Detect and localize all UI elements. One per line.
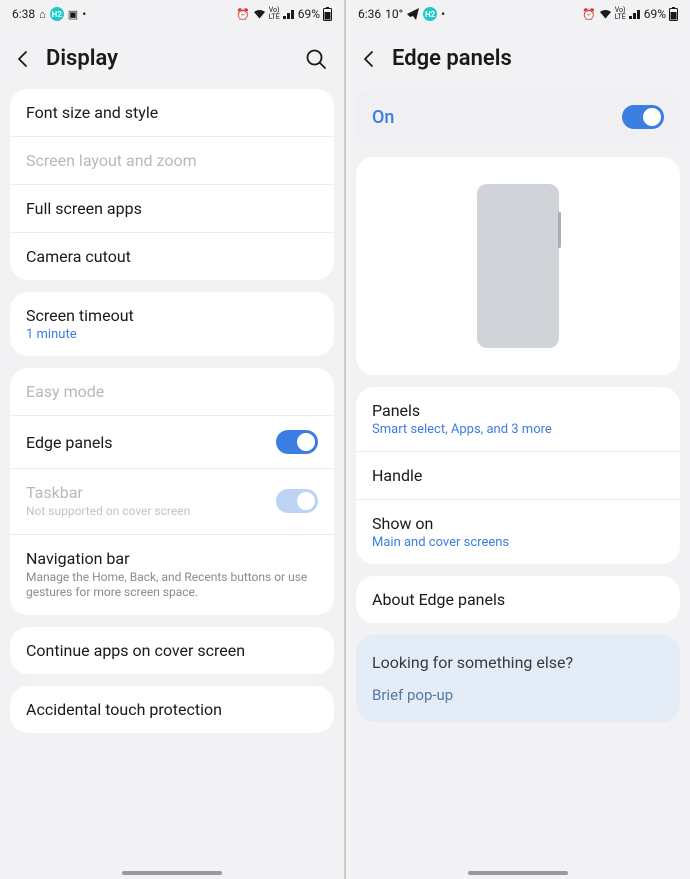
battery-icon: [669, 7, 678, 21]
item-label: Continue apps on cover screen: [26, 641, 318, 660]
battery-percent: 69%: [644, 7, 666, 21]
back-button[interactable]: [358, 48, 380, 70]
alarm-icon: ⏰: [582, 8, 596, 21]
home-indicator[interactable]: [122, 871, 222, 875]
suggestion-title: Looking for something else?: [372, 653, 664, 672]
settings-group: Accidental touch protection: [10, 686, 334, 733]
item-label: Handle: [372, 466, 664, 485]
font-size-style-item[interactable]: Font size and style: [10, 89, 334, 137]
item-label: About Edge panels: [372, 590, 664, 609]
telegram-icon: [407, 8, 419, 20]
about-edge-panels-item[interactable]: About Edge panels: [356, 576, 680, 623]
camera-cutout-item[interactable]: Camera cutout: [10, 233, 334, 280]
settings-group: Panels Smart select, Apps, and 3 more Ha…: [356, 387, 680, 564]
settings-group: Screen timeout 1 minute: [10, 292, 334, 356]
battery-icon: [323, 7, 332, 21]
item-label: Taskbar: [26, 483, 276, 502]
suggestion-link[interactable]: Brief pop-up: [372, 686, 664, 704]
battery-percent: 69%: [298, 7, 320, 21]
edge-handle-preview: [558, 212, 561, 248]
master-toggle[interactable]: [622, 105, 664, 129]
page-title: Display: [46, 46, 292, 71]
suggestion-card: Looking for something else? Brief pop-up: [356, 635, 680, 722]
item-label: Edge panels: [26, 433, 276, 452]
header: Edge panels: [346, 28, 690, 89]
volte-icon: Vo)LTE: [269, 7, 280, 21]
master-toggle-card[interactable]: On: [356, 89, 680, 145]
item-label: Full screen apps: [26, 199, 318, 218]
header: Display: [0, 28, 344, 89]
status-bar: 6:36 10° H2 • ⏰ Vo)LTE 69%: [346, 0, 690, 28]
more-notifications: •: [441, 7, 445, 21]
status-temp: 10°: [385, 7, 403, 21]
full-screen-apps-item[interactable]: Full screen apps: [10, 185, 334, 233]
taskbar-toggle: [276, 489, 318, 513]
edge-panels-screen: 6:36 10° H2 • ⏰ Vo)LTE 69% Ed: [346, 0, 690, 879]
app-badge-icon: H2: [50, 7, 64, 21]
page-title: Edge panels: [392, 46, 674, 71]
item-label: Camera cutout: [26, 247, 318, 266]
item-label: Accidental touch protection: [26, 700, 318, 719]
home-indicator[interactable]: [468, 871, 568, 875]
taskbar-item: Taskbar Not supported on cover screen: [10, 469, 334, 535]
app-badge-icon: H2: [423, 7, 437, 21]
wifi-icon: [253, 9, 266, 19]
item-label: Easy mode: [26, 382, 318, 401]
item-value: Smart select, Apps, and 3 more: [372, 422, 664, 437]
item-label: Screen layout and zoom: [26, 151, 318, 170]
item-label: Panels: [372, 401, 664, 420]
master-toggle-label: On: [372, 107, 394, 128]
easy-mode-item: Easy mode: [10, 368, 334, 416]
item-label: Navigation bar: [26, 549, 318, 568]
navigation-bar-item[interactable]: Navigation bar Manage the Home, Back, an…: [10, 535, 334, 615]
phone-preview: [477, 184, 559, 348]
panels-item[interactable]: Panels Smart select, Apps, and 3 more: [356, 387, 680, 452]
item-value: 1 minute: [26, 327, 318, 342]
signal-icon: [629, 9, 641, 19]
handle-item[interactable]: Handle: [356, 452, 680, 500]
more-notifications: •: [82, 7, 86, 21]
search-button[interactable]: [304, 47, 328, 71]
edge-panels-item[interactable]: Edge panels: [10, 416, 334, 469]
screen-timeout-item[interactable]: Screen timeout 1 minute: [10, 292, 334, 356]
status-bar: 6:38 ⌂ H2 ▣ • ⏰ Vo)LTE 69%: [0, 0, 344, 28]
item-desc: Manage the Home, Back, and Recents butto…: [26, 570, 318, 601]
alarm-icon: ⏰: [236, 8, 250, 21]
edge-panels-toggle[interactable]: [276, 430, 318, 454]
settings-group: Easy mode Edge panels Taskbar Not suppor…: [10, 368, 334, 615]
wifi-icon: [599, 9, 612, 19]
signal-icon: [283, 9, 295, 19]
content-scroll[interactable]: Font size and style Screen layout and zo…: [0, 89, 344, 879]
status-time: 6:38: [12, 7, 35, 21]
item-value: Main and cover screens: [372, 535, 664, 550]
settings-group: About Edge panels: [356, 576, 680, 623]
screen-layout-zoom-item: Screen layout and zoom: [10, 137, 334, 185]
settings-group: Continue apps on cover screen: [10, 627, 334, 674]
continue-apps-cover-item[interactable]: Continue apps on cover screen: [10, 627, 334, 674]
volte-icon: Vo)LTE: [615, 7, 626, 21]
item-label: Screen timeout: [26, 306, 318, 325]
home-icon: ⌂: [39, 8, 46, 21]
settings-group: Font size and style Screen layout and zo…: [10, 89, 334, 280]
picture-icon: ▣: [68, 8, 78, 21]
item-label: Show on: [372, 514, 664, 533]
item-desc: Not supported on cover screen: [26, 504, 276, 520]
back-button[interactable]: [12, 48, 34, 70]
show-on-item[interactable]: Show on Main and cover screens: [356, 500, 680, 564]
preview-card: [356, 157, 680, 375]
item-label: Font size and style: [26, 103, 318, 122]
status-time: 6:36: [358, 7, 381, 21]
accidental-touch-item[interactable]: Accidental touch protection: [10, 686, 334, 733]
content-scroll[interactable]: On Panels Smart select, Apps, and 3 more…: [346, 89, 690, 879]
display-settings-screen: 6:38 ⌂ H2 ▣ • ⏰ Vo)LTE 69% Display: [0, 0, 344, 879]
